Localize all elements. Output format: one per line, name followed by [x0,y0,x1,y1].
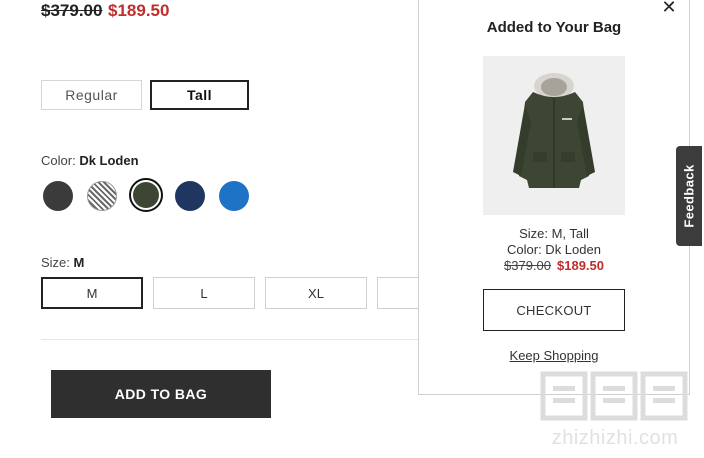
color-swatch-navy[interactable] [175,181,205,211]
cart-item-price: $379.00 $189.50 [418,258,690,273]
color-label-text: Color: [41,153,76,168]
size-option-xl[interactable]: XL [265,277,367,309]
selected-size: M [73,255,85,270]
size-label: Size: M [41,255,84,270]
section-divider [41,339,419,340]
keep-shopping-link[interactable]: Keep Shopping [418,348,690,363]
feedback-tab[interactable]: Feedback [676,146,702,246]
cart-item-color: Color: Dk Loden [507,242,601,257]
color-swatch-charcoal[interactable] [43,181,73,211]
feedback-label: Feedback [681,164,697,228]
size-label-text: Size: [41,255,70,270]
color-swatch-blue[interactable] [219,181,249,211]
add-to-bag-button[interactable]: ADD TO BAG [51,370,271,418]
cart-item-size: Size: M, Tall [519,226,589,241]
size-option-l[interactable]: L [153,277,255,309]
size-option-m[interactable]: M [41,277,143,309]
panel-title: Added to Your Bag [486,19,622,36]
fit-option-regular[interactable]: Regular [41,80,142,110]
checkout-button[interactable]: CHECKOUT [483,289,625,331]
fit-option-tall[interactable]: Tall [150,80,249,110]
watermark-logo [535,368,695,424]
cart-sale-price: $189.50 [557,258,604,273]
watermark-text: zhizhizhi.com [551,427,679,449]
parka-illustration [513,73,595,188]
color-swatch-heather[interactable] [87,181,117,211]
selected-color-name: Dk Loden [79,153,139,168]
sale-price: $189.50 [108,1,170,20]
color-label: Color: Dk Loden [41,153,139,168]
cart-original-price: $379.00 [504,258,551,273]
product-image [483,56,625,215]
original-price: $379.00 [41,1,103,20]
close-icon[interactable]: ✕ [660,0,678,16]
color-swatch-dk-loden[interactable] [133,182,159,208]
